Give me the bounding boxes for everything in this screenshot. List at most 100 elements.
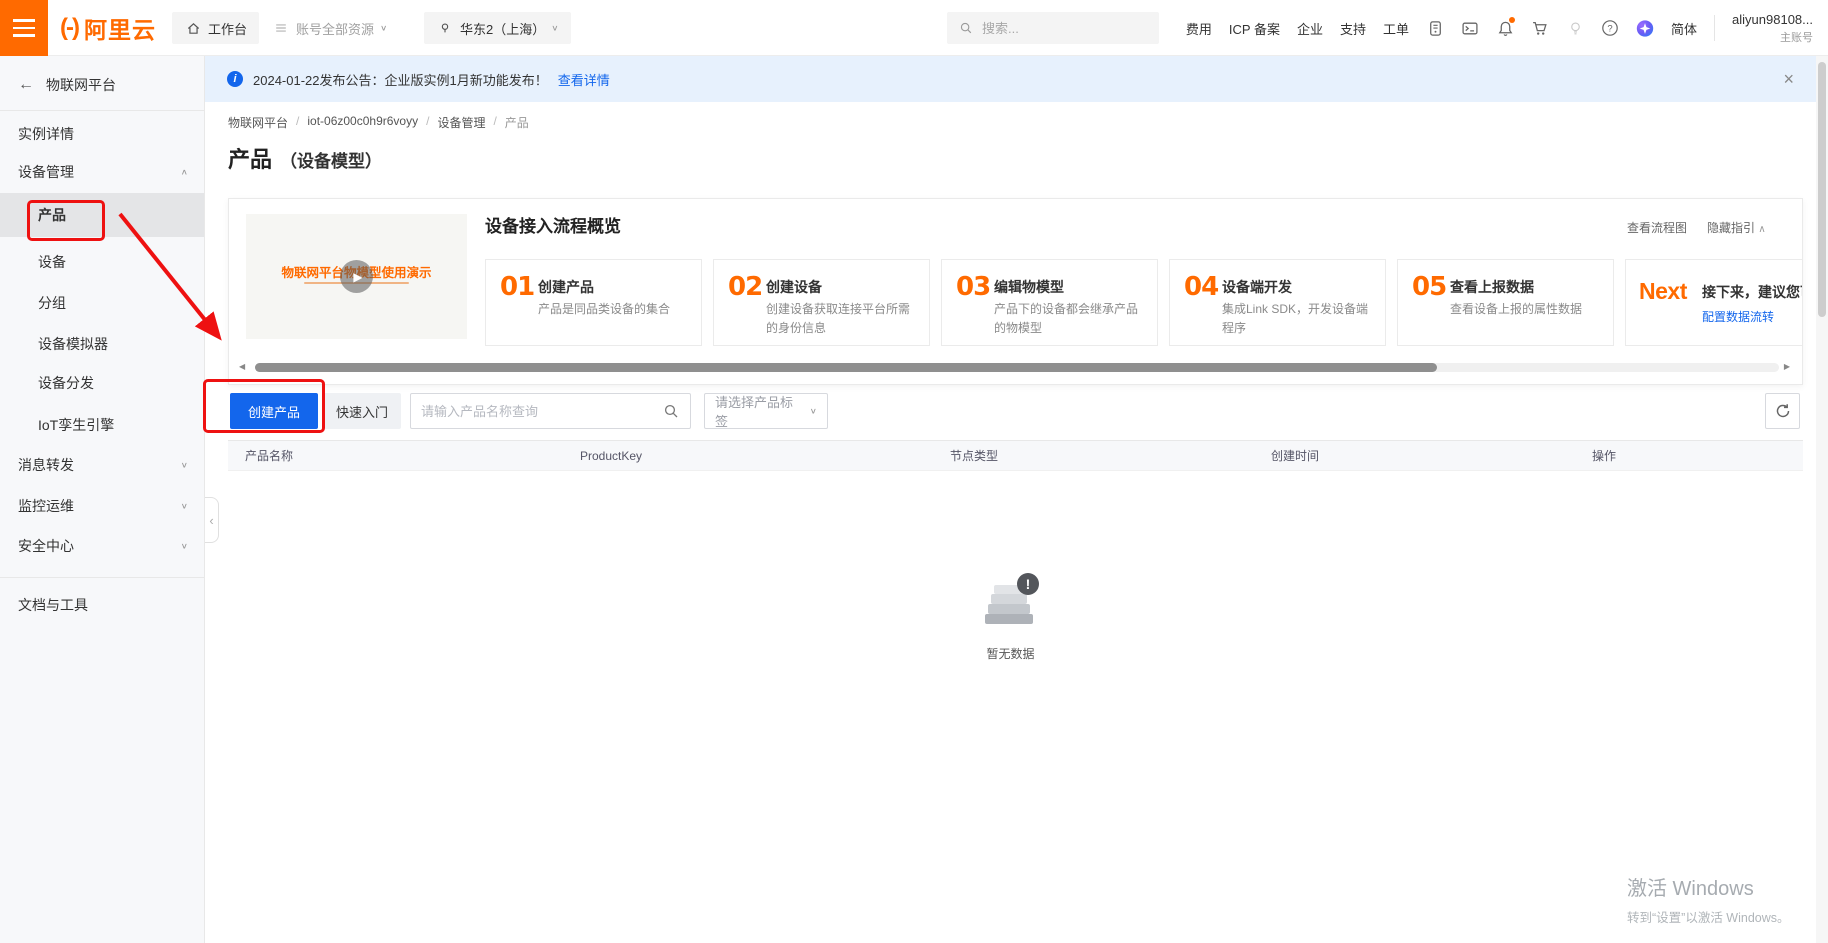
sidebar-item-label: 安全中心 bbox=[18, 536, 74, 556]
sidebar-item-label: 实例详情 bbox=[18, 124, 74, 144]
guide-step-1: 01 创建产品 产品是同品类设备的集合 bbox=[485, 259, 702, 346]
page-scrollbar[interactable] bbox=[1816, 56, 1828, 943]
collapse-icon: ‹ bbox=[209, 513, 213, 528]
sidebar-item-label: 设备模拟器 bbox=[38, 334, 108, 354]
user-name: aliyun98108... bbox=[1732, 10, 1813, 30]
scroll-right-arrow-icon[interactable]: ▶ bbox=[1784, 362, 1790, 371]
configure-data-flow-link[interactable]: 配置数据流转 bbox=[1702, 308, 1774, 325]
announcement-text: 2024-01-22发布公告：企业版实例1月新功能发布！ bbox=[253, 70, 548, 89]
refresh-button[interactable] bbox=[1765, 393, 1800, 429]
guide-step-3: 03 编辑物模型 产品下的设备都会继承产品的物模型 bbox=[941, 259, 1158, 346]
chevron-down-icon: ∨ bbox=[380, 24, 387, 33]
search-icon[interactable] bbox=[662, 402, 680, 420]
aliyun-logo-mark: (-) bbox=[60, 14, 78, 42]
demo-video-thumbnail[interactable]: 物联网平台物模型使用演示 ▶ bbox=[246, 214, 467, 339]
workbench-label: 工作台 bbox=[208, 19, 247, 38]
step-number: 01 bbox=[500, 272, 534, 302]
product-table-header: 产品名称 ProductKey 节点类型 创建时间 操作 bbox=[228, 440, 1803, 471]
nav-enterprise[interactable]: 企业 bbox=[1297, 19, 1323, 38]
language-selector[interactable]: 简体 bbox=[1671, 19, 1697, 38]
sidebar-item-device-management[interactable]: 设备管理∧ bbox=[0, 152, 204, 192]
play-glyph: ▶ bbox=[353, 270, 362, 284]
horizontal-scrollbar-thumb[interactable] bbox=[255, 363, 1437, 372]
api-icon[interactable] bbox=[1426, 19, 1444, 37]
product-tag-select[interactable]: 请选择产品标签 ∨ bbox=[704, 393, 828, 429]
sidebar-divider bbox=[0, 577, 204, 578]
ai-assistant-icon[interactable] bbox=[1636, 19, 1654, 37]
sidebar-item-instance-detail[interactable]: 实例详情 bbox=[0, 114, 204, 154]
sidebar-item-docs-tools[interactable]: 文档与工具 bbox=[0, 585, 204, 625]
sidebar-item-iot-twin-engine[interactable]: IoT孪生引擎 bbox=[0, 405, 204, 445]
topbar-divider bbox=[1714, 15, 1715, 41]
aliyun-logo[interactable]: (-) 阿里云 bbox=[60, 0, 156, 56]
hide-guide-link[interactable]: 隐藏指引 ∧ bbox=[1707, 219, 1766, 236]
chevron-down-icon: ∨ bbox=[181, 461, 188, 470]
resource-list-icon bbox=[272, 19, 290, 37]
notification-dot bbox=[1509, 17, 1515, 23]
step-description: 产品下的设备都会继承产品的物模型 bbox=[994, 300, 1146, 337]
sidebar-item-message-forwarding[interactable]: 消息转发∨ bbox=[0, 445, 204, 485]
nav-billing[interactable]: 费用 bbox=[1186, 19, 1212, 38]
sidebar-collapse-handle[interactable]: ‹ bbox=[205, 497, 219, 543]
info-icon: i bbox=[227, 71, 243, 87]
nav-support[interactable]: 支持 bbox=[1340, 19, 1366, 38]
nav-icp[interactable]: ICP 备案 bbox=[1229, 19, 1280, 38]
view-flowchart-link[interactable]: 查看流程图 bbox=[1627, 219, 1687, 236]
global-search-input[interactable] bbox=[982, 21, 1132, 36]
help-icon[interactable]: ? bbox=[1601, 19, 1619, 37]
sidebar-item-device-simulator[interactable]: 设备模拟器 bbox=[0, 324, 204, 364]
quickstart-button[interactable]: 快速入门 bbox=[323, 393, 401, 429]
sidebar-item-group[interactable]: 分组 bbox=[0, 283, 204, 323]
sidebar-item-monitoring-ops[interactable]: 监控运维∨ bbox=[0, 486, 204, 526]
hamburger-menu-icon[interactable] bbox=[0, 0, 48, 56]
breadcrumb-item[interactable]: iot-06z00c0h9r6voyy bbox=[307, 114, 418, 131]
topbar: (-) 阿里云 工作台 账号全部资源 ∨ 华东2（上海） ∨ bbox=[0, 0, 1828, 56]
sidebar-item-device[interactable]: 设备 bbox=[0, 242, 204, 282]
step-number: 05 bbox=[1412, 272, 1446, 302]
sidebar-item-label: 设备 bbox=[38, 252, 66, 272]
account-resources-selector[interactable]: 账号全部资源 ∨ bbox=[272, 0, 387, 56]
scroll-left-arrow-icon[interactable]: ◀ bbox=[239, 362, 245, 371]
play-icon[interactable]: ▶ bbox=[340, 260, 373, 293]
step-number: 02 bbox=[728, 272, 762, 302]
column-product-key: ProductKey bbox=[580, 449, 642, 463]
notifications-bell-icon[interactable] bbox=[1496, 19, 1514, 37]
product-search-box bbox=[410, 393, 691, 429]
sidebar-back[interactable]: ← 物联网平台 bbox=[0, 68, 204, 102]
global-search[interactable] bbox=[947, 12, 1159, 44]
cloudshell-icon[interactable] bbox=[1461, 19, 1479, 37]
banner-close-icon[interactable]: × bbox=[1783, 69, 1794, 90]
lightbulb-icon[interactable] bbox=[1566, 19, 1584, 37]
chevron-down-icon: ∨ bbox=[810, 407, 817, 416]
page-scrollbar-thumb[interactable] bbox=[1818, 62, 1826, 317]
breadcrumb-separator: / bbox=[426, 114, 429, 131]
workbench-button[interactable]: 工作台 bbox=[172, 12, 259, 44]
guide-heading: 设备接入流程概览 bbox=[485, 212, 621, 237]
create-product-button[interactable]: 创建产品 bbox=[230, 393, 318, 429]
announcement-detail-link[interactable]: 查看详情 bbox=[558, 70, 610, 89]
sidebar-item-label: 文档与工具 bbox=[18, 595, 88, 615]
sidebar-item-label: 监控运维 bbox=[18, 496, 74, 516]
refresh-icon bbox=[1775, 403, 1791, 419]
user-account[interactable]: aliyun98108... 主账号 bbox=[1732, 10, 1813, 46]
breadcrumb-separator: / bbox=[493, 114, 496, 131]
breadcrumb-item[interactable]: 设备管理 bbox=[437, 114, 485, 131]
sidebar: ← 物联网平台 实例详情 设备管理∧ 产品 设备 分组 设备模拟器 设备分发 I… bbox=[0, 56, 205, 943]
sidebar-item-product[interactable]: 产品 bbox=[0, 193, 204, 237]
step-title: 创建设备 bbox=[766, 277, 822, 297]
region-selector[interactable]: 华东2（上海） ∨ bbox=[424, 12, 571, 44]
cart-icon[interactable] bbox=[1531, 19, 1549, 37]
step-number: 03 bbox=[956, 272, 990, 302]
no-data-icon: ! bbox=[978, 572, 1044, 634]
guide-step-5: 05 查看上报数据 查看设备上报的属性数据 bbox=[1397, 259, 1614, 346]
product-search-input[interactable] bbox=[421, 404, 662, 419]
onboarding-guide-panel: 物联网平台物模型使用演示 ▶ 设备接入流程概览 查看流程图 隐藏指引 ∧ 01 … bbox=[228, 198, 1803, 385]
breadcrumb: 物联网平台 / iot-06z00c0h9r6voyy / 设备管理 / 产品 bbox=[228, 114, 529, 131]
iot-console-screen: (-) 阿里云 工作台 账号全部资源 ∨ 华东2（上海） ∨ bbox=[0, 0, 1828, 943]
step-title: 编辑物模型 bbox=[994, 277, 1064, 297]
nav-ticket[interactable]: 工单 bbox=[1383, 19, 1409, 38]
sidebar-item-device-distribution[interactable]: 设备分发 bbox=[0, 363, 204, 403]
sidebar-item-security-center[interactable]: 安全中心∨ bbox=[0, 526, 204, 566]
breadcrumb-item[interactable]: 物联网平台 bbox=[228, 114, 288, 131]
horizontal-scrollbar[interactable] bbox=[255, 363, 1779, 372]
